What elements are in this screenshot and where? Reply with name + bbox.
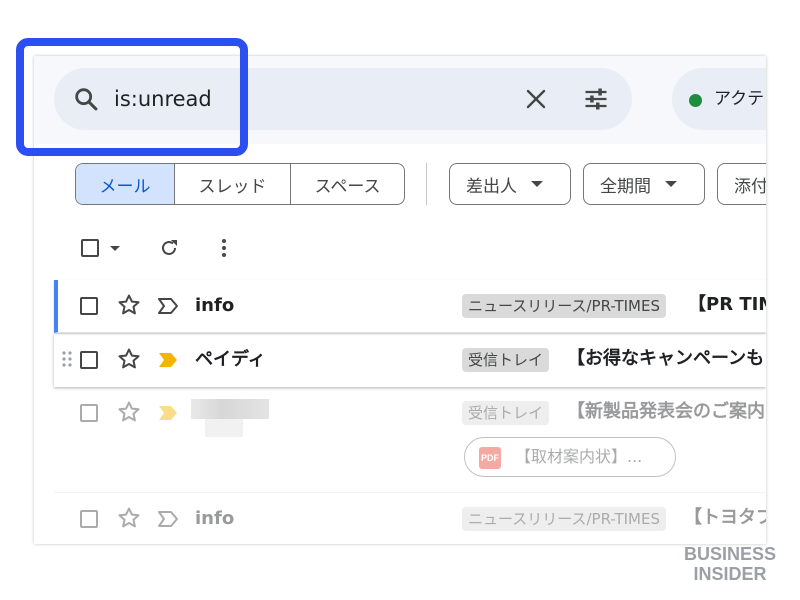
email-subject: 【トヨタブ: [684, 507, 766, 528]
logo-line-2: INSIDER: [693, 564, 766, 584]
refresh-icon[interactable]: [157, 236, 181, 260]
tab-spaces[interactable]: スペース: [290, 164, 404, 204]
star-icon[interactable]: [117, 400, 141, 424]
attachment-chip[interactable]: PDF 【取材案内状】...: [464, 437, 676, 477]
sender-name: info: [195, 295, 235, 316]
tune-icon: [585, 88, 607, 110]
important-marker-icon[interactable]: [157, 297, 179, 315]
filter-date-label: 全期間: [600, 176, 651, 197]
select-all-checkbox[interactable]: [81, 239, 99, 257]
business-insider-logo: BUSINESS INSIDER: [684, 544, 776, 584]
email-row[interactable]: ペイディ 受信トレイ 【お得なキャンペーンも: [54, 334, 766, 387]
drag-handle-icon[interactable]: [62, 350, 72, 368]
important-marker-icon[interactable]: [157, 404, 179, 422]
filter-attachment-label: 添付: [734, 176, 766, 197]
caret-down-icon: [531, 181, 543, 187]
filter-from-label: 差出人: [466, 176, 517, 197]
row-checkbox[interactable]: [80, 510, 98, 528]
email-row[interactable]: 受信トレイ 【新製品発表会のご案内 PDF 【取材案内状】...: [54, 387, 766, 493]
label-chip[interactable]: ニュースリリース/PR-TIMES: [462, 294, 666, 318]
email-row[interactable]: info ニュースリリース/PR-TIMES 【PR TIME: [54, 280, 766, 333]
filter-date-chip[interactable]: 全期間: [583, 163, 705, 205]
search-highlight-box: [16, 38, 248, 156]
sender-name: ペイディ: [195, 349, 266, 370]
label-chip[interactable]: ニュースリリース/PR-TIMES: [462, 507, 666, 531]
caret-down-icon: [665, 181, 677, 187]
status-label: アクテ: [714, 89, 765, 109]
row-checkbox[interactable]: [80, 297, 98, 315]
email-subject: 【PR TIME: [688, 294, 766, 315]
search-scope-tabs: メール スレッド スペース: [75, 163, 405, 205]
more-vert-icon[interactable]: [212, 236, 236, 260]
select-menu-caret-icon[interactable]: [110, 246, 120, 251]
clear-search-button[interactable]: [520, 83, 552, 115]
status-dot-icon: [689, 94, 702, 107]
row-checkbox[interactable]: [80, 351, 98, 369]
label-chip[interactable]: 受信トレイ: [462, 401, 550, 425]
email-subject: 【お得なキャンペーンも: [567, 348, 765, 369]
filter-from-chip[interactable]: 差出人: [449, 163, 571, 205]
filter-attachment-chip[interactable]: 添付: [717, 163, 766, 205]
attachment-name: 【取材案内状】...: [515, 447, 643, 466]
email-row[interactable]: info ニュースリリース/PR-TIMES 【トヨタブ: [54, 493, 766, 544]
email-subject: 【新製品発表会のご案内: [567, 401, 765, 422]
star-icon[interactable]: [117, 347, 141, 371]
star-icon[interactable]: [117, 506, 141, 530]
star-icon[interactable]: [117, 293, 141, 317]
important-marker-icon[interactable]: [157, 351, 179, 369]
sender-name: info: [195, 508, 235, 529]
blurred-sender: [191, 399, 269, 443]
important-marker-icon[interactable]: [157, 510, 179, 528]
label-chip[interactable]: 受信トレイ: [462, 348, 550, 372]
tab-threads[interactable]: スレッド: [174, 164, 290, 204]
pdf-file-icon: PDF: [479, 447, 501, 469]
close-icon: [526, 89, 546, 109]
row-checkbox[interactable]: [80, 404, 98, 422]
search-options-button[interactable]: [579, 82, 613, 116]
tab-mail[interactable]: メール: [76, 164, 174, 204]
divider: [426, 163, 427, 205]
status-indicator[interactable]: アクテ: [672, 68, 766, 130]
logo-line-1: BUSINESS: [684, 544, 776, 564]
